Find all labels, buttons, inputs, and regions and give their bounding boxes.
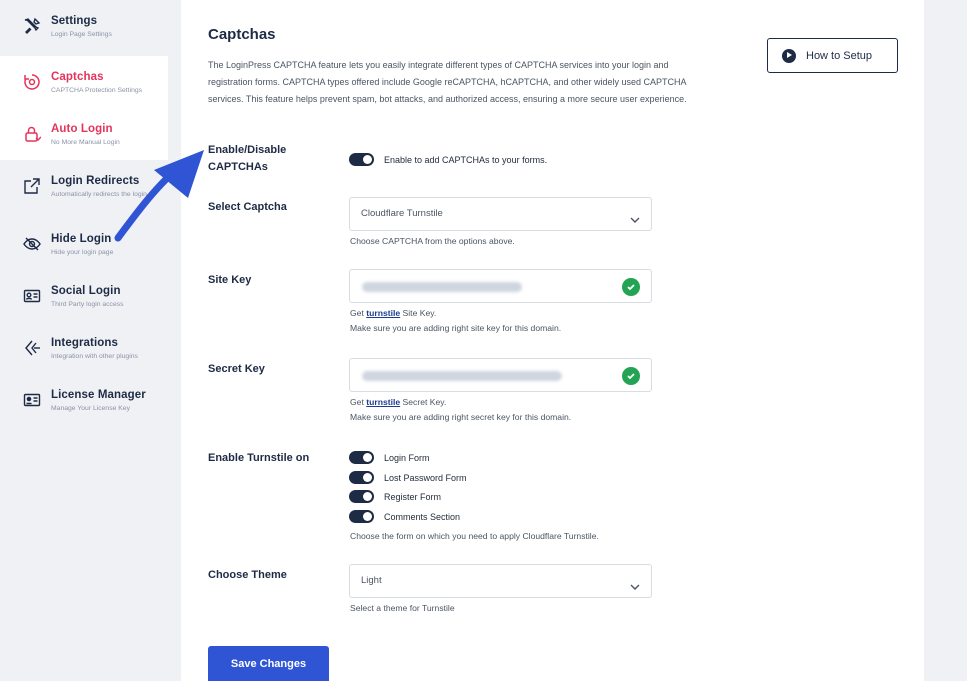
choose-theme-help: Select a theme for Turnstile — [350, 603, 455, 613]
masked-key-value — [362, 282, 522, 292]
play-icon — [782, 48, 796, 63]
site-key-label: Site Key — [208, 274, 252, 286]
captcha-icon — [22, 72, 42, 92]
sidebar-item-settings[interactable]: Settings Login Page Settings — [0, 0, 168, 52]
choose-theme-dropdown[interactable]: Light — [349, 564, 652, 598]
sidebar-item-subtitle: Third Party login access — [51, 301, 124, 308]
enable-captcha-toggle-text: Enable to add CAPTCHAs to your forms. — [384, 155, 548, 165]
choose-theme-value: Light — [361, 575, 382, 586]
login-form-toggle-text: Login Form — [384, 453, 430, 463]
tools-icon — [22, 16, 42, 36]
lost-password-form-toggle[interactable] — [349, 471, 374, 484]
save-changes-button[interactable]: Save Changes — [208, 646, 329, 681]
license-icon — [22, 390, 42, 410]
select-captcha-dropdown[interactable]: Cloudflare Turnstile — [349, 197, 652, 231]
site-key-input[interactable] — [349, 269, 652, 303]
chevron-down-icon — [629, 575, 641, 607]
check-icon — [622, 278, 640, 296]
settings-panel: Captchas The LoginPress CAPTCHA feature … — [181, 0, 924, 681]
sidebar-item-title: Settings — [51, 15, 98, 27]
secret-key-help: Get turnstile Secret Key. — [350, 397, 447, 407]
sidebar-item-title: Integrations — [51, 337, 119, 349]
site-key-help: Get turnstile Site Key. — [350, 308, 437, 318]
sidebar-item-subtitle: Manage Your License Key — [51, 405, 130, 412]
turnstile-site-key-link[interactable]: turnstile — [366, 308, 400, 318]
sidebar-item-social-login[interactable]: Social Login Third Party login access — [0, 270, 168, 322]
masked-key-value — [362, 371, 562, 381]
sidebar-item-captchas[interactable]: Captchas CAPTCHA Protection Settings — [0, 56, 168, 108]
secret-key-input[interactable] — [349, 358, 652, 392]
integrations-icon — [22, 338, 42, 358]
comments-section-toggle[interactable] — [349, 510, 374, 523]
enable-turnstile-label: Enable Turnstile on — [208, 452, 310, 464]
how-to-setup-label: How to Setup — [806, 49, 873, 62]
sidebar-item-subtitle: Login Page Settings — [51, 31, 112, 38]
page-title: Captchas — [208, 26, 276, 43]
secret-key-help-note: Make sure you are adding right secret ke… — [350, 412, 572, 422]
select-captcha-label: Select Captcha — [208, 201, 287, 213]
select-captcha-value: Cloudflare Turnstile — [361, 208, 443, 219]
sidebar-item-subtitle: Integration with other plugins — [51, 353, 138, 360]
register-form-toggle[interactable] — [349, 490, 374, 503]
sidebar-item-integrations[interactable]: Integrations Integration with other plug… — [0, 322, 168, 374]
sidebar-item-license-manager[interactable]: License Manager Manage Your License Key — [0, 374, 168, 426]
enable-captcha-label: Enable/Disable CAPTCHAs — [208, 144, 287, 173]
sidebar: Settings Login Page Settings Captchas CA… — [0, 0, 168, 681]
eye-slash-icon — [22, 234, 42, 254]
site-key-help-note: Make sure you are adding right site key … — [350, 323, 562, 333]
external-link-icon — [22, 176, 42, 196]
how-to-setup-button[interactable]: How to Setup — [767, 38, 898, 73]
lost-password-form-toggle-text: Lost Password Form — [384, 473, 467, 483]
sidebar-item-title: Auto Login — [51, 123, 113, 135]
check-icon — [622, 367, 640, 385]
sidebar-item-subtitle: CAPTCHA Protection Settings — [51, 87, 143, 94]
enable-captcha-toggle[interactable] — [349, 153, 374, 166]
register-form-toggle-text: Register Form — [384, 492, 442, 502]
sidebar-item-subtitle: Hide your login page — [51, 249, 114, 256]
annotation-arrow-icon — [114, 150, 204, 242]
page-description: The LoginPress CAPTCHA feature lets you … — [208, 60, 687, 105]
sidebar-item-title: License Manager — [51, 389, 146, 401]
id-card-icon — [22, 286, 42, 306]
enable-turnstile-help: Choose the form on which you need to app… — [350, 531, 599, 541]
sidebar-item-title: Captchas — [51, 71, 104, 83]
sidebar-item-title: Hide Login — [51, 233, 112, 245]
choose-theme-label: Choose Theme — [208, 569, 287, 581]
turnstile-secret-key-link[interactable]: turnstile — [366, 397, 400, 407]
lock-icon — [22, 124, 42, 144]
comments-section-toggle-text: Comments Section — [384, 512, 461, 522]
sidebar-item-title: Social Login — [51, 285, 121, 297]
login-form-toggle[interactable] — [349, 451, 374, 464]
select-captcha-help: Choose CAPTCHA from the options above. — [350, 236, 515, 246]
chevron-down-icon — [629, 208, 641, 240]
secret-key-label: Secret Key — [208, 363, 265, 375]
